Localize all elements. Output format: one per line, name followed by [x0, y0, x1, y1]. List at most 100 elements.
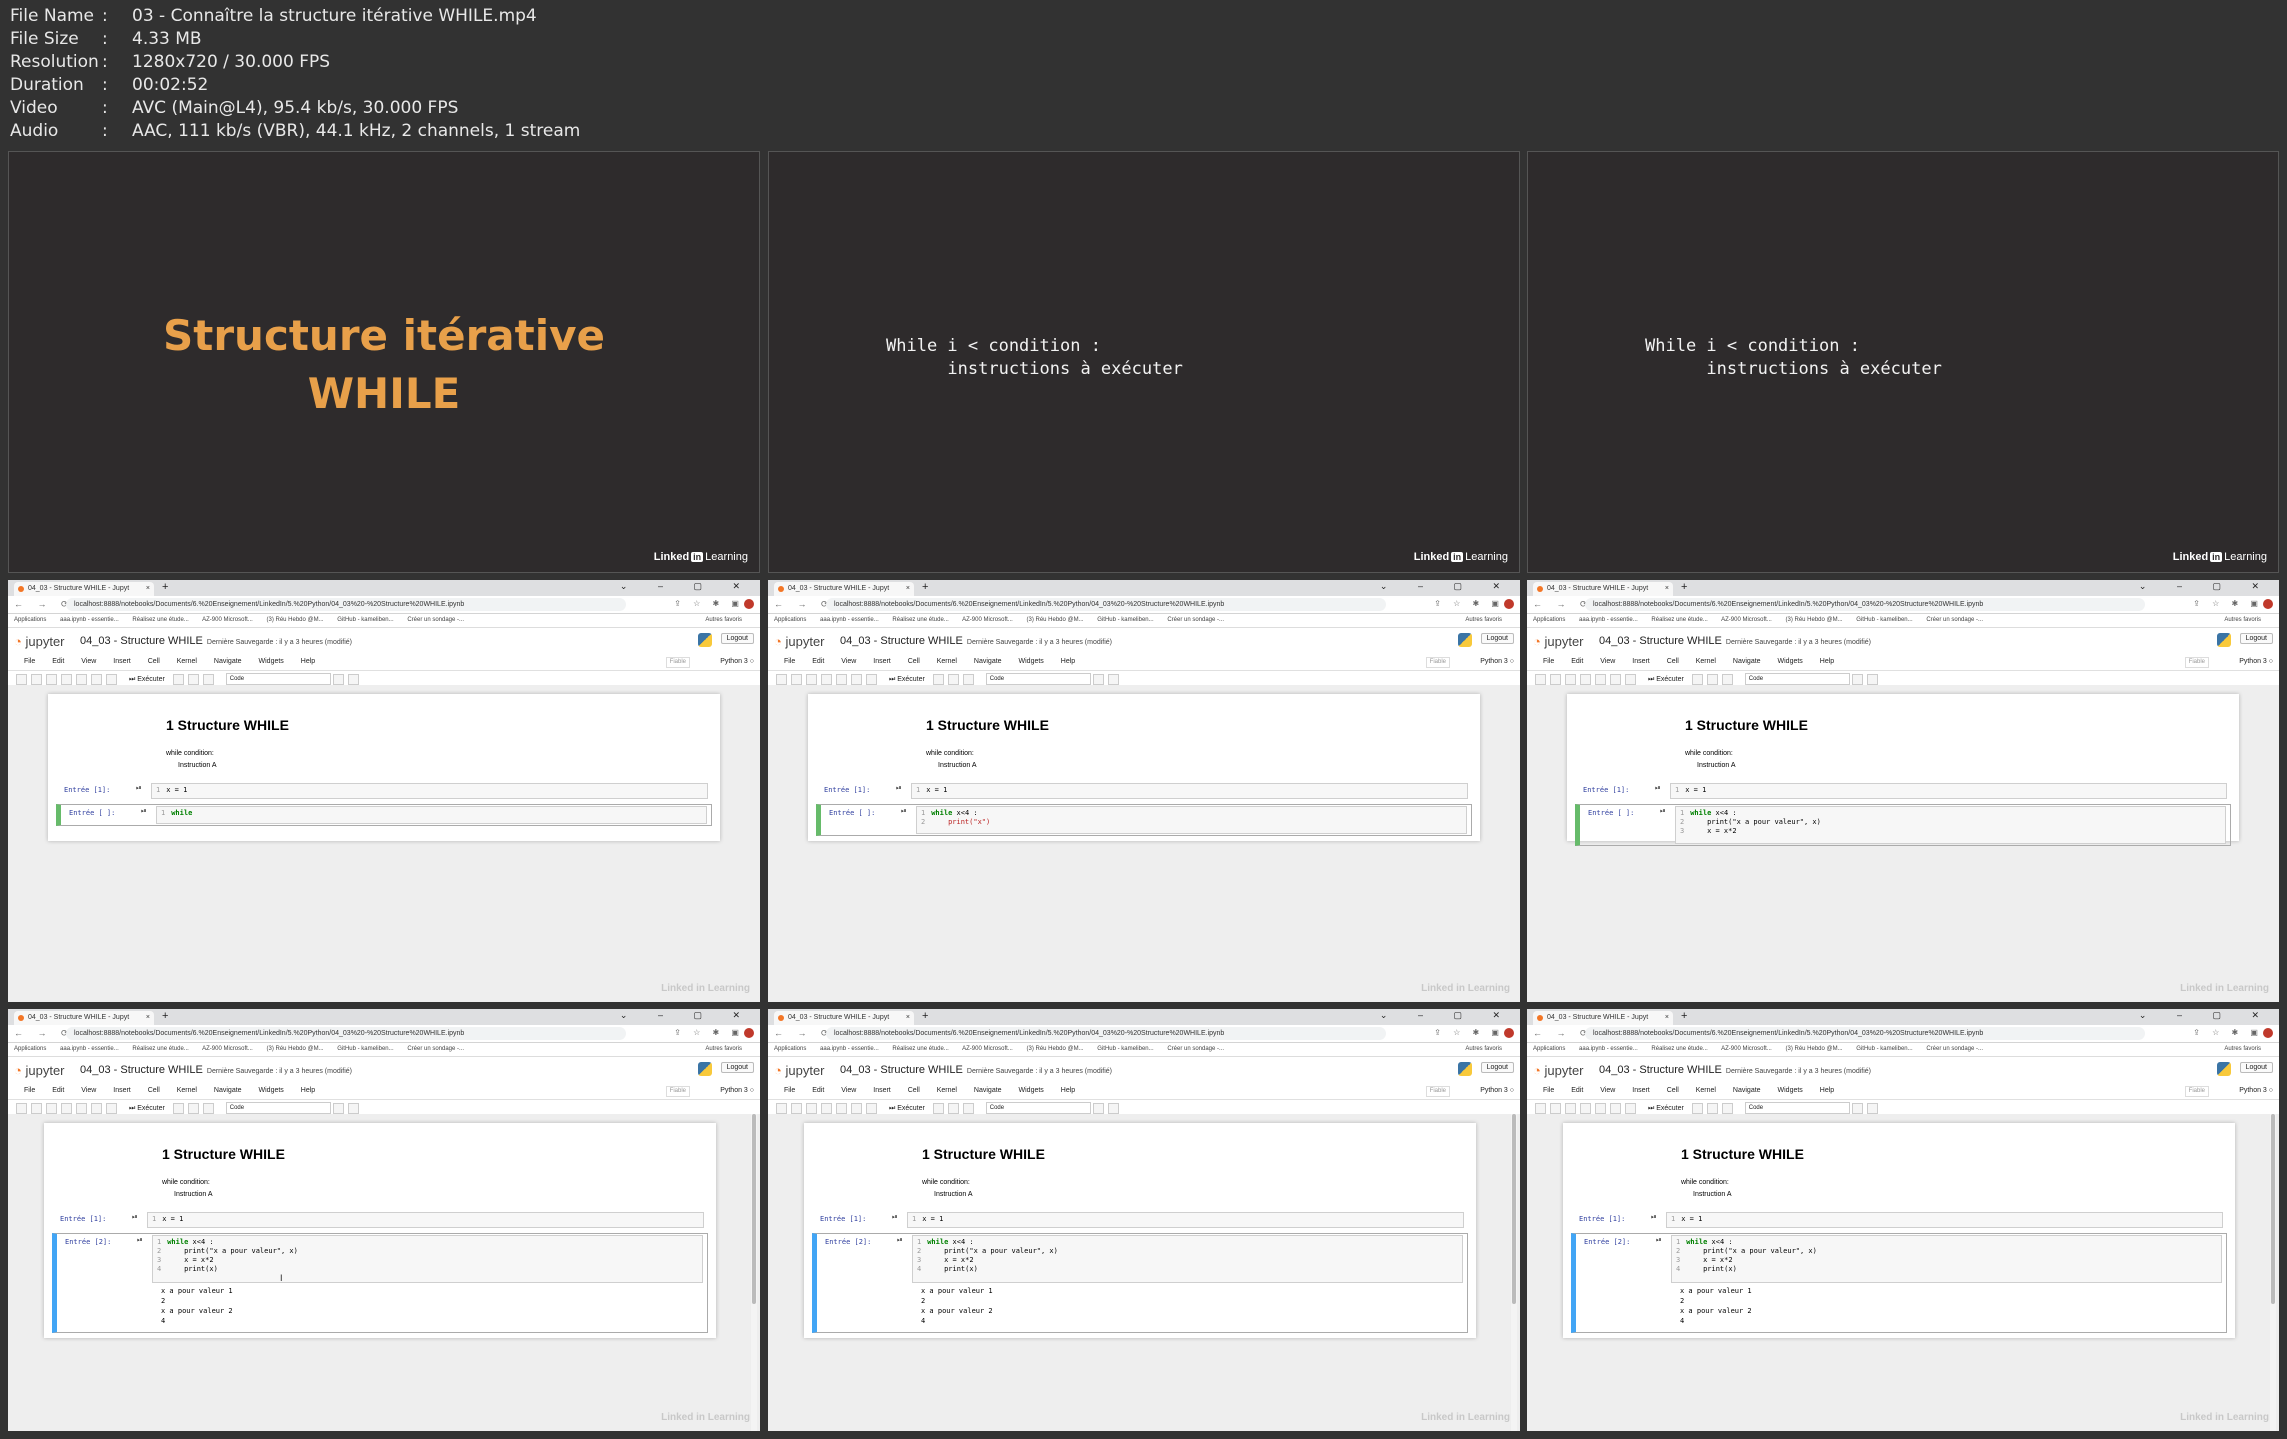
- close-tab-icon[interactable]: ×: [1665, 1011, 1669, 1025]
- paste-icon[interactable]: [76, 1102, 87, 1114]
- add-cell-icon[interactable]: [1550, 1102, 1561, 1114]
- cell-input[interactable]: 1 while x<4 :2 print("x a pour valeur", x…: [1671, 1235, 2222, 1283]
- move-up-icon[interactable]: [91, 673, 102, 685]
- move-up-icon[interactable]: [1610, 1102, 1621, 1114]
- bookmark-item[interactable]: AZ-900 Microsoft...: [962, 1046, 1013, 1052]
- cut-icon[interactable]: [46, 1102, 57, 1114]
- copy-icon[interactable]: [61, 1102, 72, 1114]
- bookmark-item[interactable]: aaa.ipynb - essentie...: [1579, 617, 1638, 623]
- menu-edit[interactable]: Edit: [52, 1087, 64, 1094]
- keyboard-icon[interactable]: [332, 673, 344, 685]
- close-tab-icon[interactable]: ×: [146, 1011, 150, 1025]
- run-button[interactable]: ⏭ Exécuter: [889, 676, 925, 683]
- bookmark-item[interactable]: GitHub - kameliben...: [337, 1046, 393, 1052]
- bookmark-item[interactable]: GitHub - kameliben...: [1856, 1046, 1912, 1052]
- window-controls-icon[interactable]: ⌄ – ▢ ✕: [620, 1010, 754, 1021]
- bookmark-item[interactable]: aaa.ipynb - essentie...: [820, 617, 879, 623]
- save-icon[interactable]: [1535, 1102, 1546, 1114]
- logout-button[interactable]: Logout: [2239, 1062, 2273, 1073]
- menu-navigate[interactable]: Navigate: [974, 1087, 1002, 1094]
- cut-icon[interactable]: [1565, 1102, 1576, 1114]
- notebook-name[interactable]: 04_03 - Structure WHILE: [840, 635, 963, 647]
- menu-help[interactable]: Help: [1061, 1087, 1075, 1094]
- bookmark-item[interactable]: Réalisez une étude...: [892, 617, 948, 623]
- window-controls-icon[interactable]: ⌄ – ▢ ✕: [620, 581, 754, 592]
- cell-type-select[interactable]: Code: [1744, 1102, 1850, 1115]
- close-tab-icon[interactable]: ×: [1665, 582, 1669, 596]
- cut-icon[interactable]: [806, 673, 817, 685]
- code-cell-2[interactable]: Entrée [ ]: ⏯ 1 while: [56, 804, 712, 826]
- bookmark-item[interactable]: Applications: [14, 1046, 46, 1052]
- code-cell-1[interactable]: Entrée [1]: ⏯ 1 x = 1: [812, 1211, 1468, 1229]
- logout-button[interactable]: Logout: [1480, 1062, 1514, 1073]
- copy-icon[interactable]: [1580, 1102, 1591, 1114]
- save-icon[interactable]: [16, 673, 27, 685]
- menu-insert[interactable]: Insert: [113, 1087, 131, 1094]
- menu-kernel[interactable]: Kernel: [177, 658, 197, 665]
- notebook-scrollbar[interactable]: [1511, 1114, 1517, 1431]
- trusted-badge[interactable]: Fiable: [2184, 1086, 2209, 1097]
- menu-edit[interactable]: Edit: [1571, 658, 1583, 665]
- move-up-icon[interactable]: [851, 1102, 862, 1114]
- menu-navigate[interactable]: Navigate: [214, 658, 242, 665]
- notebook-name[interactable]: 04_03 - Structure WHILE: [1599, 635, 1722, 647]
- menu-navigate[interactable]: Navigate: [974, 658, 1002, 665]
- restart-run-all-icon[interactable]: [962, 673, 974, 685]
- run-cell-icon[interactable]: ⏯: [901, 808, 907, 816]
- bookmark-item[interactable]: Réalisez une étude...: [1651, 1046, 1707, 1052]
- restart-run-all-icon[interactable]: [202, 673, 214, 685]
- bookmark-item[interactable]: Réalisez une étude...: [1651, 617, 1707, 623]
- notebook-title[interactable]: 04_03 - Structure WHILE Dernière Sauvegar…: [80, 635, 352, 647]
- browser-tab[interactable]: 04_03 - Structure WHILE - Jupyt ×: [14, 1011, 154, 1025]
- menu-kernel[interactable]: Kernel: [1696, 1087, 1716, 1094]
- run-button[interactable]: ⏭ Exécuter: [889, 1105, 925, 1112]
- url-input[interactable]: localhost:8888/notebooks/Documents/6.%20…: [826, 1027, 1386, 1040]
- url-input[interactable]: localhost:8888/notebooks/Documents/6.%20…: [1585, 598, 2145, 611]
- menu-file[interactable]: File: [24, 1087, 35, 1094]
- paste-icon[interactable]: [836, 1102, 847, 1114]
- profile-avatar[interactable]: [2263, 599, 2273, 609]
- menu-cell[interactable]: Cell: [908, 658, 920, 665]
- extension-icon[interactable]: ⇪ ☆ ✱ ▣: [674, 1028, 744, 1037]
- menu-cell[interactable]: Cell: [148, 658, 160, 665]
- trusted-badge[interactable]: Fiable: [665, 657, 690, 668]
- notebook-name[interactable]: 04_03 - Structure WHILE: [840, 1064, 963, 1076]
- bookmark-item[interactable]: aaa.ipynb - essentie...: [60, 617, 119, 623]
- code-cell-1[interactable]: Entrée [1]: ⏯ 1 x = 1: [1571, 1211, 2227, 1229]
- url-input[interactable]: localhost:8888/notebooks/Documents/6.%20…: [66, 1027, 626, 1040]
- bookmark-item[interactable]: aaa.ipynb - essentie...: [60, 1046, 119, 1052]
- code-cell-1[interactable]: Entrée [1]: ⏯ 1 x = 1: [56, 782, 712, 800]
- extension-icon[interactable]: ⇪ ☆ ✱ ▣: [2193, 1028, 2263, 1037]
- cell-type-select[interactable]: Code: [225, 1102, 331, 1115]
- menu-help[interactable]: Help: [301, 1087, 315, 1094]
- menu-navigate[interactable]: Navigate: [1733, 658, 1761, 665]
- cell-input[interactable]: 1 x = 1: [911, 783, 1468, 799]
- url-input[interactable]: localhost:8888/notebooks/Documents/6.%20…: [826, 598, 1386, 611]
- new-tab-icon[interactable]: +: [1681, 1010, 1687, 1022]
- extension-icon[interactable]: ⇪ ☆ ✱ ▣: [1434, 1028, 1504, 1037]
- bookmark-item[interactable]: AZ-900 Microsoft...: [202, 617, 253, 623]
- run-cell-icon[interactable]: ⏯: [1660, 808, 1666, 816]
- menu-insert[interactable]: Insert: [113, 658, 131, 665]
- code-cell-2[interactable]: Entrée [ ]: ⏯ 1 while x<4 :2 print("x"): [816, 804, 1472, 836]
- add-cell-icon[interactable]: [1550, 673, 1561, 685]
- save-icon[interactable]: [1535, 673, 1546, 685]
- code-cell-2[interactable]: Entrée [2]: ⏯ 1 while x<4 :2 print("x a p…: [1571, 1233, 2227, 1333]
- bookmark-item[interactable]: GitHub - kameliben...: [1097, 617, 1153, 623]
- cell-type-select[interactable]: Code: [225, 673, 331, 686]
- menu-widgets[interactable]: Widgets: [259, 658, 284, 665]
- menu-help[interactable]: Help: [1061, 658, 1075, 665]
- keyboard-icon[interactable]: [1851, 1102, 1863, 1114]
- trusted-badge[interactable]: Fiable: [2184, 657, 2209, 668]
- stop-icon[interactable]: [172, 1102, 184, 1114]
- menu-view[interactable]: View: [841, 658, 856, 665]
- bookmark-item[interactable]: Applications: [1533, 617, 1565, 623]
- restart-run-all-icon[interactable]: [962, 1102, 974, 1114]
- move-down-icon[interactable]: [866, 673, 877, 685]
- bookmark-item[interactable]: (3) Réu Hebdo @M...: [1026, 1046, 1083, 1052]
- move-down-icon[interactable]: [106, 1102, 117, 1114]
- menu-widgets[interactable]: Widgets: [259, 1087, 284, 1094]
- logout-button[interactable]: Logout: [1480, 633, 1514, 644]
- run-cell-icon[interactable]: ⏯: [136, 785, 142, 793]
- logout-button[interactable]: Logout: [2239, 633, 2273, 644]
